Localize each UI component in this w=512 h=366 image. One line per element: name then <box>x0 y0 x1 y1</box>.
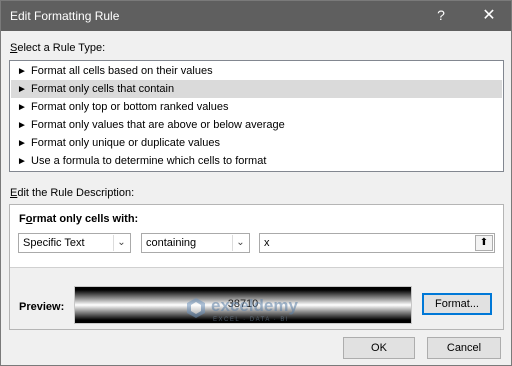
rule-description-label: Edit the Rule Description: <box>10 187 135 199</box>
exceldemy-watermark: exceldemy EXCEL · DATA · BI <box>185 295 345 327</box>
rule-type-item-selected[interactable]: ► Format only cells that contain <box>11 80 502 98</box>
rule-type-item[interactable]: ► Format all cells based on their values <box>11 62 502 80</box>
ok-button[interactable]: OK <box>343 337 415 359</box>
help-icon[interactable]: ? <box>433 7 449 25</box>
rule-type-item[interactable]: ► Use a formula to determine which cells … <box>11 152 502 170</box>
rule-type-label: Select a Rule Type: <box>10 42 106 54</box>
operator-dropdown[interactable]: containing ⌄ <box>141 233 250 253</box>
rule-type-item[interactable]: ► Format only top or bottom ranked values <box>11 98 502 116</box>
condition-type-value: Specific Text <box>23 237 85 249</box>
window-title: Edit Formatting Rule <box>10 9 120 23</box>
bullet-arrow-icon: ► <box>17 102 27 113</box>
edit-formatting-rule-dialog: Edit Formatting Rule ? ✕ Select a Rule T… <box>0 0 512 366</box>
rule-type-list[interactable]: ► Format all cells based on their values … <box>9 60 504 172</box>
text-value: x <box>264 237 270 249</box>
cancel-button[interactable]: Cancel <box>427 337 501 359</box>
rule-type-item[interactable]: ► Format only values that are above or be… <box>11 116 502 134</box>
title-bar[interactable]: Edit Formatting Rule ? ✕ <box>1 1 511 31</box>
rule-type-item[interactable]: ► Format only unique or duplicate values <box>11 134 502 152</box>
text-value-field[interactable]: x ⬆ <box>259 233 495 253</box>
watermark-tagline: EXCEL · DATA · BI <box>213 317 290 323</box>
operator-value: containing <box>146 237 197 249</box>
chevron-down-icon[interactable]: ⌄ <box>232 235 248 251</box>
condition-type-dropdown[interactable]: Specific Text ⌄ <box>18 233 131 253</box>
bullet-arrow-icon: ► <box>17 156 27 167</box>
condition-area: Format only cells with: Specific Text ⌄ … <box>10 205 503 268</box>
preview-label: Preview: <box>19 301 65 313</box>
condition-heading: Format only cells with: <box>19 213 139 225</box>
watermark-name: exceldemy <box>211 296 298 315</box>
exceldemy-logo-icon <box>187 298 205 318</box>
collapse-dialog-icon[interactable]: ⬆ <box>475 235 493 251</box>
close-icon[interactable]: ✕ <box>479 5 499 25</box>
bullet-arrow-icon: ► <box>17 120 27 131</box>
bullet-arrow-icon: ► <box>17 138 27 149</box>
bullet-arrow-icon: ► <box>17 84 27 95</box>
chevron-down-icon[interactable]: ⌄ <box>113 235 129 251</box>
bullet-arrow-icon: ► <box>17 66 27 77</box>
format-button[interactable]: Format... <box>422 293 492 315</box>
